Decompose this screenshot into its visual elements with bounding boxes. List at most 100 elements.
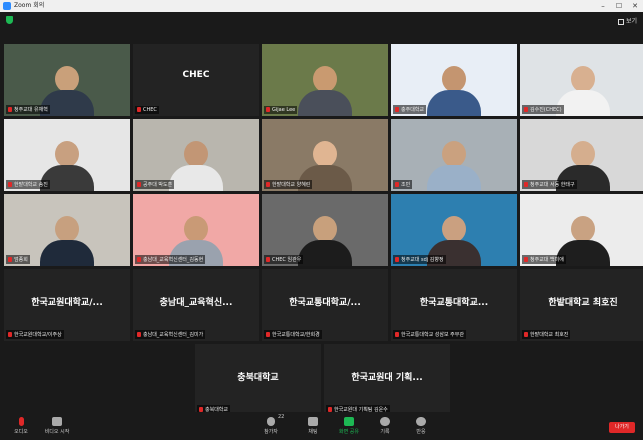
view-button[interactable]: 보기 [617,16,637,25]
participant-tile[interactable]: 조민 [391,119,517,191]
participant-name: 한밭대학교 최호진 [530,332,569,338]
participant-name: 김수진(CHEC) [530,107,562,113]
participant-name-label: 충주대학교 [393,105,427,114]
close-button[interactable]: ✕ [628,1,642,11]
person-body [298,90,352,116]
participant-tile[interactable]: 김수진(CHEC) [520,44,643,116]
muted-mic-icon [137,332,141,337]
participant-tile[interactable]: 청주교대 서동 한태구 [520,119,643,191]
participant-tile[interactable]: 한국교원대학교/... 한국교원대학교/이주상 [4,269,130,341]
participant-tile[interactable]: 한밭대학교 최호진 한밭대학교 최호진 [520,269,643,341]
person-head [55,66,79,92]
participant-tile[interactable]: 청주교대 유재혁 [4,44,130,116]
participant-name-label: 충남대_교육혁신센터_김미가 [135,330,206,339]
participant-video [427,66,481,116]
participant-video [427,141,481,191]
muted-mic-icon [137,257,141,262]
participant-display-name: 한국교통대학교... [419,298,489,308]
participant-name-label: 청주교대 서동 한태구 [522,180,577,189]
participant-name: 충남대_교육혁신센터_김동현 [143,257,204,263]
chat-button[interactable]: 채팅 [296,412,330,440]
muted-mic-icon [137,182,141,187]
participant-tile[interactable]: 공주대 박도훈 [133,119,259,191]
participant-tile[interactable]: 청주교대 sdj 김향정 [391,194,517,266]
grid-icon [617,18,624,25]
participant-display-name: 한국교통대학교/... [289,298,361,308]
participant-name: 한밭대학교 양혜린 [272,182,311,188]
participant-tile[interactable]: 한밭대학교 송진 [4,119,130,191]
participant-name-label: 한국교원대학교/이주상 [6,330,64,339]
start-video-button[interactable]: 비디오 시작 [40,412,74,440]
meeting-toolbar: 오디오 비디오 시작 22 참가자 채팅 화면 공유 기록 반응 나가기 [0,412,643,440]
participant-tile[interactable]: 한밭대학교 양혜린 [262,119,388,191]
window-title: Zoom 회의 [14,2,45,9]
muted-mic-icon [524,257,528,262]
person-head [442,141,466,167]
muted-mic-icon [266,257,270,262]
participant-name-label: CHEC 임관우 [264,255,304,264]
participant-tile[interactable]: 청주교대 백미애 [520,194,643,266]
participants-button[interactable]: 22 참가자 [254,412,288,440]
leave-button[interactable]: 나가기 [609,422,635,433]
maximize-button[interactable]: ☐ [612,1,626,11]
participant-display-name: 한국교원대 기획... [351,373,423,383]
participant-name-label: 청주교대 백미애 [522,255,566,264]
participant-name: 공주대 박도훈 [143,182,173,188]
share-screen-button[interactable]: 화면 공유 [332,412,366,440]
muted-mic-icon [8,257,12,262]
muted-mic-icon [524,107,528,112]
participant-name-label: 한국교통대학교/한희경 [264,330,322,339]
person-head [184,141,208,167]
muted-mic-icon [266,332,270,337]
muted-mic-icon [266,107,270,112]
participant-video [298,66,352,116]
participant-name: 청주교대 유재혁 [14,107,48,113]
participant-name-label: 공주대 박도훈 [135,180,175,189]
participant-display-name: 충북대학교 [237,373,279,383]
video-off-icon [52,417,62,426]
reactions-button[interactable]: 반응 [404,412,438,440]
person-head [184,216,208,242]
muted-mic-icon [8,107,12,112]
minimize-button[interactable]: – [596,1,610,11]
security-shield-icon[interactable] [6,16,13,24]
participant-name-label: 조민 [393,180,413,189]
participant-video [298,216,352,266]
muted-mic-icon [395,182,399,187]
participant-name: Gijae Lee [272,107,296,113]
participant-tile[interactable]: 충남대_교육혁신... 충남대_교육혁신센터_김미가 [133,269,259,341]
participant-name-label: CHEC [135,106,159,114]
participant-tile[interactable]: 충남대_교육혁신센터_김동현 [133,194,259,266]
person-head [55,216,79,242]
record-icon [380,417,390,426]
mute-button[interactable]: 오디오 [4,412,38,440]
participant-tile[interactable]: 충북대학교 충북대학교 [195,344,321,416]
participants-count: 22 [278,414,285,420]
person-head [313,66,337,92]
person-head [313,216,337,242]
participant-video [40,216,94,266]
participant-tile[interactable]: 한국교통대학교/... 한국교통대학교/한희경 [262,269,388,341]
person-body [427,165,481,191]
person-head [442,216,466,242]
muted-mic-icon [395,332,399,337]
participant-tile[interactable]: CHEC CHEC [133,44,259,116]
participant-name-label: 한밭대학교 송진 [6,180,50,189]
participant-tile[interactable]: 한국교통대학교... 한국교통대학교 성삼보 주무관 [391,269,517,341]
muted-mic-icon [395,257,399,262]
participant-name-label: 한밭대학교 최호진 [522,330,571,339]
participant-tile[interactable]: 엄종희 [4,194,130,266]
participant-tile[interactable]: Gijae Lee [262,44,388,116]
muted-mic-icon [395,107,399,112]
participant-tile[interactable]: CHEC 임관우 [262,194,388,266]
participant-display-name: 한밭대학교 최호진 [548,298,618,308]
record-button[interactable]: 기록 [368,412,402,440]
meeting-statusbar [0,12,643,30]
participant-name: 충남대_교육혁신센터_김미가 [143,332,204,338]
participant-display-name: CHEC [182,70,210,80]
participant-display-name: 충남대_교육혁신... [159,298,233,308]
participant-tile[interactable]: 한국교원대 기획... 한국교원대 기획팀 김운수 [324,344,450,416]
participant-tile[interactable]: 충주대학교 [391,44,517,116]
participant-name: 조민 [401,182,411,188]
person-head [313,141,337,167]
